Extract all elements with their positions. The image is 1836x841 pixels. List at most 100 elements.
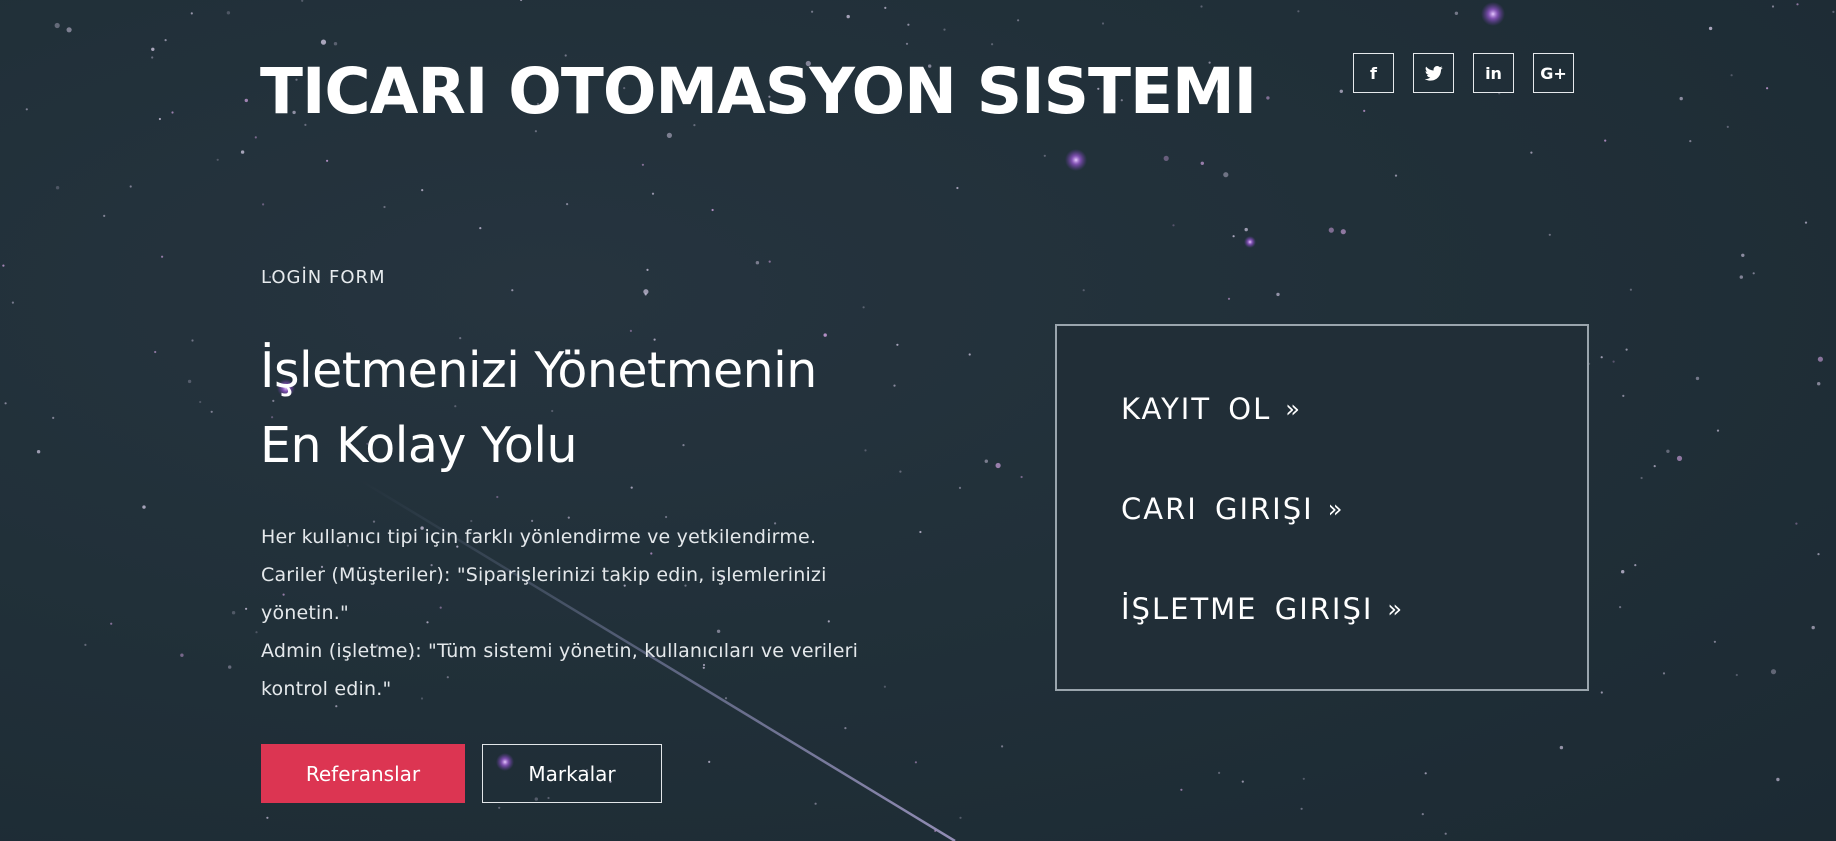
star-dot: [4, 402, 7, 405]
star-dot: [1766, 87, 1769, 90]
star-dot: [180, 653, 184, 657]
register-link[interactable]: KAYIT OL »: [1121, 392, 1300, 426]
star-dot: [216, 158, 219, 161]
star-dot: [755, 261, 760, 265]
star-dot: [1653, 465, 1656, 468]
star-dot: [151, 47, 155, 51]
star-dot: [1421, 813, 1424, 816]
markalar-button[interactable]: Markalar: [482, 744, 662, 803]
headline-line-2: En Kolay Yolu: [260, 417, 578, 474]
star-dot: [301, 0, 304, 2]
headline-line-1: İşletmenizi Yönetmenin: [260, 342, 817, 399]
star-dot: [320, 39, 327, 45]
star-dot: [1735, 673, 1738, 677]
business-login-link[interactable]: İŞLETME GIRIŞI »: [1121, 592, 1402, 626]
star-dot: [383, 205, 386, 209]
star-dot: [629, 329, 633, 332]
star-dot: [151, 56, 154, 59]
star-dot: [158, 117, 161, 121]
linkedin-icon[interactable]: in: [1473, 53, 1514, 93]
star-dot: [142, 505, 146, 509]
star-dot: [210, 410, 213, 413]
star-dot: [25, 108, 28, 111]
star-dot: [36, 450, 41, 454]
star-dot: [968, 353, 971, 356]
star-dot: [1339, 89, 1344, 94]
double-chevron-right-icon: »: [1285, 395, 1300, 423]
star-dot: [110, 622, 113, 625]
star-dot: [333, 42, 338, 46]
star-dot: [421, 189, 424, 192]
twitter-icon[interactable]: [1413, 53, 1454, 93]
star-dot: [958, 486, 962, 489]
star-dot: [711, 208, 714, 212]
star-dot: [666, 132, 673, 138]
star-dot: [54, 22, 60, 29]
star-dot: [896, 343, 899, 346]
star-dot: [1741, 253, 1745, 257]
customer-login-link-label: CARI GIRIŞI: [1121, 492, 1314, 526]
star-dot: [643, 289, 649, 295]
star-dot: [1559, 745, 1564, 750]
star-dot: [914, 761, 918, 764]
star-dot: [1424, 772, 1427, 775]
star-dot: [1266, 96, 1270, 100]
star-dot: [1708, 26, 1713, 31]
star-dot: [1621, 570, 1625, 574]
star-dot: [768, 260, 771, 263]
star-dot: [1752, 272, 1755, 275]
description-line-1: Her kullanıcı tipi için farklı yönlendir…: [261, 526, 817, 548]
star-dot: [1340, 229, 1346, 235]
star-dot: [814, 802, 817, 805]
star-dot: [1795, 522, 1798, 525]
star-dot: [1363, 109, 1366, 112]
star-dot: [1101, 22, 1105, 25]
google-plus-icon[interactable]: G+: [1533, 53, 1574, 93]
star-dot: [1612, 360, 1615, 363]
star-dot: [811, 10, 814, 13]
star-dot: [1276, 292, 1280, 297]
star-dot: [103, 214, 106, 217]
star-dot: [995, 462, 1001, 469]
star-dot: [1227, 297, 1231, 300]
social-links: f in G+: [1353, 53, 1574, 93]
star-dot: [1716, 429, 1720, 432]
star-dot: [326, 159, 329, 162]
star-dot: [66, 27, 72, 33]
customer-login-link[interactable]: CARI GIRIŞI »: [1121, 492, 1342, 526]
star-dot: [1662, 672, 1666, 675]
star-dot: [154, 350, 157, 354]
star-dot: [11, 301, 14, 304]
hero-buttons: Referanslar Markalar: [261, 744, 662, 803]
register-link-label: KAYIT OL: [1121, 392, 1272, 426]
star-dot: [1600, 356, 1603, 359]
star-dot: [708, 760, 711, 764]
star-dot: [255, 631, 258, 634]
facebook-icon[interactable]: f: [1353, 53, 1394, 93]
star-dot: [1454, 11, 1459, 15]
referanslar-button[interactable]: Referanslar: [261, 744, 465, 803]
login-options-box: KAYIT OL » CARI GIRIŞI » İŞLETME GIRIŞI …: [1055, 324, 1589, 691]
star-dot: [240, 150, 245, 154]
star-dot: [905, 42, 909, 45]
star-dot: [496, 495, 499, 499]
star-dot: [1241, 780, 1244, 783]
star-dot: [498, 806, 501, 809]
star-dot: [1530, 151, 1533, 154]
star-dot: [844, 727, 847, 730]
star-dot: [84, 643, 87, 647]
star-dot: [630, 486, 633, 489]
star-dot: [1689, 140, 1692, 143]
star-dot: [1622, 394, 1625, 397]
star-dot: [1726, 125, 1729, 128]
star-dot: [228, 665, 232, 669]
star-dot: [190, 12, 193, 15]
section-eyebrow: LOGİN FORM: [261, 267, 386, 288]
star-dot: [1811, 625, 1815, 630]
star-dot: [1832, 10, 1835, 13]
star-dot: [262, 203, 265, 206]
star-dot: [1629, 288, 1632, 291]
hero-headline: İşletmenizi Yönetmenin En Kolay Yolu: [260, 333, 817, 483]
star-dot: [646, 268, 649, 271]
star-dot: [907, 23, 910, 26]
